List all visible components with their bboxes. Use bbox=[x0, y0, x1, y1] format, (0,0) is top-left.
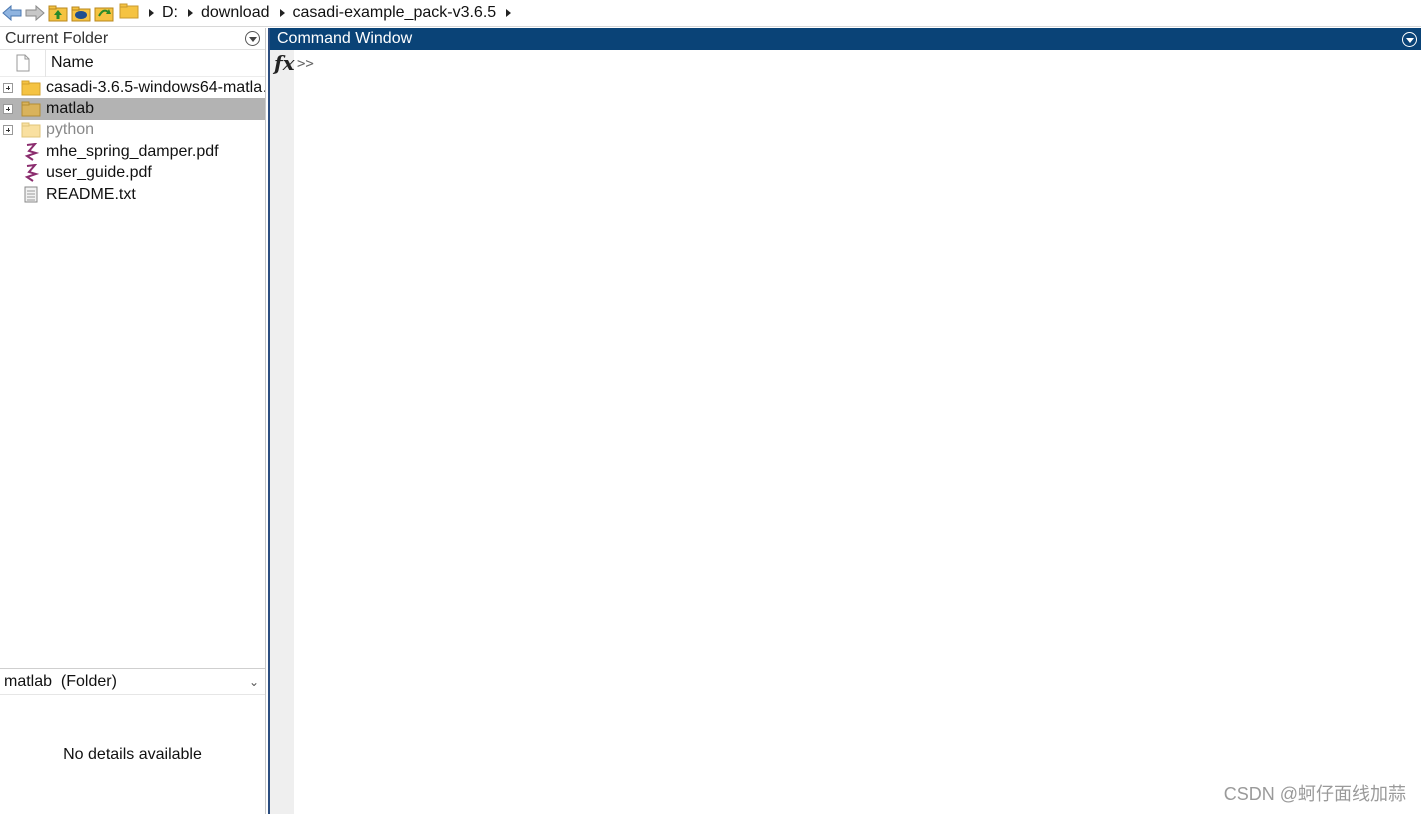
current-folder-title-bar: Current Folder bbox=[0, 28, 265, 50]
refresh-icon bbox=[94, 7, 114, 22]
pdf-file-icon bbox=[20, 164, 42, 183]
expand-icon[interactable] bbox=[3, 82, 13, 93]
file-type-column[interactable] bbox=[0, 49, 46, 77]
chevron-down-icon[interactable]: ⌄ bbox=[249, 675, 259, 689]
back-arrow-icon bbox=[2, 5, 22, 21]
list-item[interactable]: matlab bbox=[0, 98, 265, 120]
file-column-header: Name bbox=[0, 49, 265, 77]
breadcrumb-separator-icon[interactable] bbox=[506, 9, 512, 17]
breadcrumb-separator-icon[interactable] bbox=[149, 9, 154, 17]
current-folder-panel: Current Folder Name casadi-3.6.5-windows… bbox=[0, 28, 266, 814]
item-label: user_guide.pdf bbox=[46, 164, 152, 182]
breadcrumb-current[interactable]: casadi-example_pack-v3.6.5 bbox=[293, 4, 497, 22]
watermark: CSDN @蚵仔面线加蒜 bbox=[1223, 784, 1406, 804]
details-panel: matlab (Folder) ⌄ No details available bbox=[0, 668, 265, 814]
item-label: README.txt bbox=[46, 185, 136, 203]
list-item[interactable]: casadi-3.6.5-windows64-matla… bbox=[0, 77, 265, 98]
details-header[interactable]: matlab (Folder) ⌄ bbox=[0, 669, 265, 695]
breadcrumb-separator-icon[interactable] bbox=[279, 9, 285, 17]
forward-arrow-icon bbox=[25, 5, 45, 21]
details-title: matlab (Folder) bbox=[4, 672, 117, 690]
breadcrumb-download[interactable]: download bbox=[201, 4, 270, 22]
list-item[interactable]: user_guide.pdf bbox=[0, 163, 265, 184]
list-item[interactable]: python bbox=[0, 120, 265, 141]
command-input-area[interactable]: fx >> CSDN @蚵仔面线加蒜 bbox=[270, 50, 1421, 814]
text-file-icon bbox=[20, 186, 42, 204]
browse-folder-icon bbox=[71, 6, 91, 22]
address-toolbar: D: download casadi-example_pack-v3.6.5 bbox=[0, 0, 1421, 27]
item-label: mhe_spring_damper.pdf bbox=[46, 142, 219, 160]
forward-button[interactable] bbox=[24, 2, 46, 24]
up-one-level-icon bbox=[48, 5, 68, 22]
panel-menu-icon[interactable] bbox=[245, 31, 260, 46]
browse-folder-button[interactable] bbox=[70, 2, 92, 24]
item-label: matlab bbox=[46, 100, 95, 118]
folder-icon bbox=[20, 100, 42, 118]
pdf-file-icon bbox=[20, 142, 42, 161]
panel-menu-icon[interactable] bbox=[1402, 31, 1417, 47]
function-browser-icon[interactable]: fx bbox=[274, 51, 295, 75]
command-window-title-bar: Command Window bbox=[270, 28, 1421, 50]
file-list: casadi-3.6.5-windows64-matla… matlab pyt… bbox=[0, 77, 265, 205]
folder-icon bbox=[20, 121, 42, 139]
folder-icon bbox=[20, 79, 42, 97]
expand-icon[interactable] bbox=[3, 125, 13, 136]
item-label: python bbox=[46, 121, 95, 139]
back-button[interactable] bbox=[1, 2, 23, 24]
list-item[interactable]: mhe_spring_damper.pdf bbox=[0, 141, 265, 162]
breadcrumb: D: download casadi-example_pack-v3.6.5 bbox=[119, 3, 519, 24]
refresh-button[interactable] bbox=[93, 2, 115, 24]
breadcrumb-drive[interactable]: D: bbox=[162, 4, 178, 22]
command-prompt: >> bbox=[297, 56, 314, 72]
up-folder-button[interactable] bbox=[47, 2, 69, 24]
folder-icon bbox=[119, 3, 139, 24]
command-window-panel: Command Window fx >> CSDN @蚵仔面线加蒜 bbox=[268, 28, 1421, 814]
breadcrumb-separator-icon[interactable] bbox=[188, 9, 193, 17]
item-label: casadi-3.6.5-windows64-matla… bbox=[46, 78, 265, 96]
expand-icon[interactable] bbox=[3, 104, 13, 115]
document-icon bbox=[16, 54, 29, 72]
panel-title: Command Window bbox=[277, 30, 413, 47]
list-item[interactable]: README.txt bbox=[0, 184, 265, 205]
panel-title: Current Folder bbox=[5, 29, 109, 47]
details-message: No details available bbox=[63, 746, 202, 763]
command-gutter bbox=[270, 50, 294, 814]
name-column-header[interactable]: Name bbox=[46, 54, 94, 72]
